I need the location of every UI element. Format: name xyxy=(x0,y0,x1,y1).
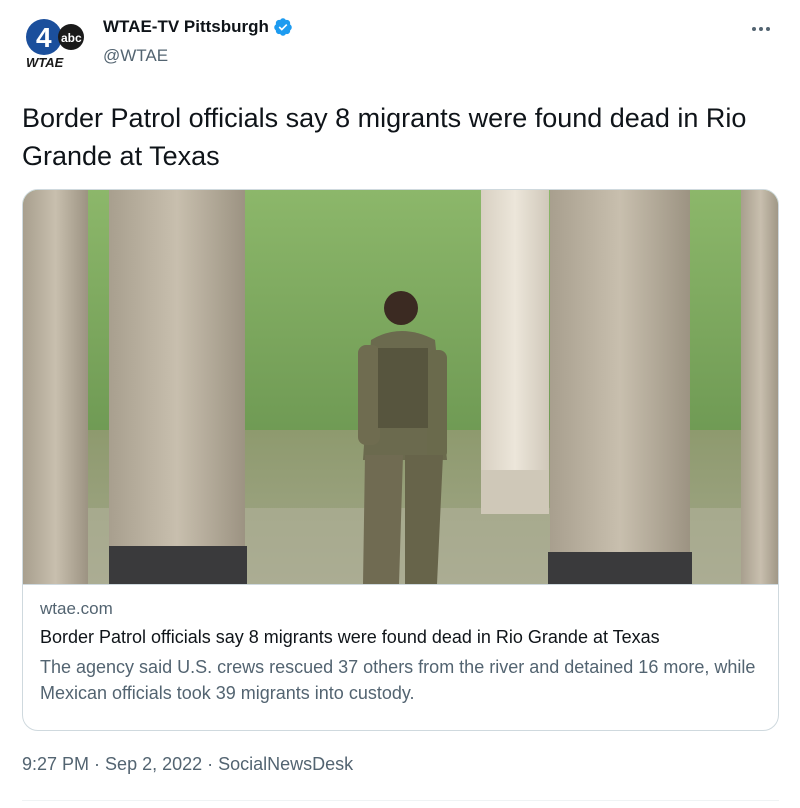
svg-text:abc: abc xyxy=(61,31,82,45)
wtae-logo: 4 abc WTAE xyxy=(26,19,84,70)
more-horizontal-icon[interactable] xyxy=(746,14,776,44)
tweet-source: SocialNewsDesk xyxy=(218,754,354,774)
card-description: The agency said U.S. crews rescued 37 ot… xyxy=(40,657,756,703)
card-image[interactable] xyxy=(23,190,778,584)
avatar[interactable]: 4 abc WTAE xyxy=(22,17,88,70)
divider xyxy=(22,800,779,801)
svg-text:4: 4 xyxy=(36,22,52,53)
author-display-name[interactable]: WTAE-TV Pittsburgh xyxy=(103,17,269,37)
link-card[interactable]: wtae.com Border Patrol officials say 8 m… xyxy=(22,189,779,731)
card-title: Border Patrol officials say 8 migrants w… xyxy=(40,627,660,647)
card-domain: wtae.com xyxy=(40,599,113,618)
meta-separator: · xyxy=(207,754,214,774)
tweet-date[interactable]: Sep 2, 2022 xyxy=(105,754,202,775)
author-name-row[interactable]: WTAE-TV Pittsburgh xyxy=(103,17,293,37)
tweet-meta: 9:27 PM · Sep 2, 2022 · SocialNewsDesk xyxy=(22,754,353,775)
tweet-time[interactable]: 9:27 PM xyxy=(22,754,89,775)
svg-text:WTAE: WTAE xyxy=(26,55,64,69)
verified-badge-icon xyxy=(273,17,293,37)
card-body[interactable]: wtae.com Border Patrol officials say 8 m… xyxy=(23,584,778,730)
tweet-text: Border Patrol officials say 8 migrants w… xyxy=(22,103,747,171)
author-handle[interactable]: @WTAE xyxy=(103,46,168,66)
meta-separator: · xyxy=(94,754,101,774)
